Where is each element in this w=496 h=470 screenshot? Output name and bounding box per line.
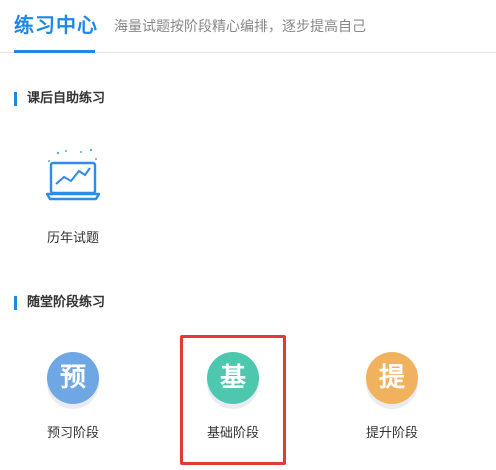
section-accent-bar bbox=[14, 296, 17, 310]
active-tab-indicator bbox=[14, 50, 95, 53]
preview-stage-icon: 预 bbox=[47, 352, 99, 404]
highlight-box bbox=[180, 335, 286, 465]
tile-past-exams[interactable]: 历年试题 bbox=[22, 145, 124, 255]
laptop-chart-icon bbox=[45, 149, 101, 201]
tile-label: 预习阶段 bbox=[46, 426, 99, 441]
tile-preview-stage[interactable]: 预 预习阶段 bbox=[22, 350, 124, 446]
tile-label: 提升阶段 bbox=[365, 426, 418, 441]
page-title[interactable]: 练习中心 bbox=[14, 12, 98, 38]
section-heading-self-practice: 课后自助练习 bbox=[14, 91, 105, 107]
tile-advanced-stage[interactable]: 提 提升阶段 bbox=[341, 350, 443, 446]
section-accent-bar bbox=[14, 92, 17, 106]
page-header: 练习中心 海量试题按阶段精心编排，逐步提高自己 bbox=[0, 0, 496, 53]
advanced-stage-icon: 提 bbox=[366, 352, 418, 404]
section-title: 课后自助练习 bbox=[27, 91, 106, 106]
tile-label: 历年试题 bbox=[46, 231, 99, 246]
section-title: 随堂阶段练习 bbox=[27, 295, 106, 310]
section-heading-stage-practice: 随堂阶段练习 bbox=[14, 295, 105, 311]
page-subtitle: 海量试题按阶段精心编排，逐步提高自己 bbox=[114, 19, 366, 35]
